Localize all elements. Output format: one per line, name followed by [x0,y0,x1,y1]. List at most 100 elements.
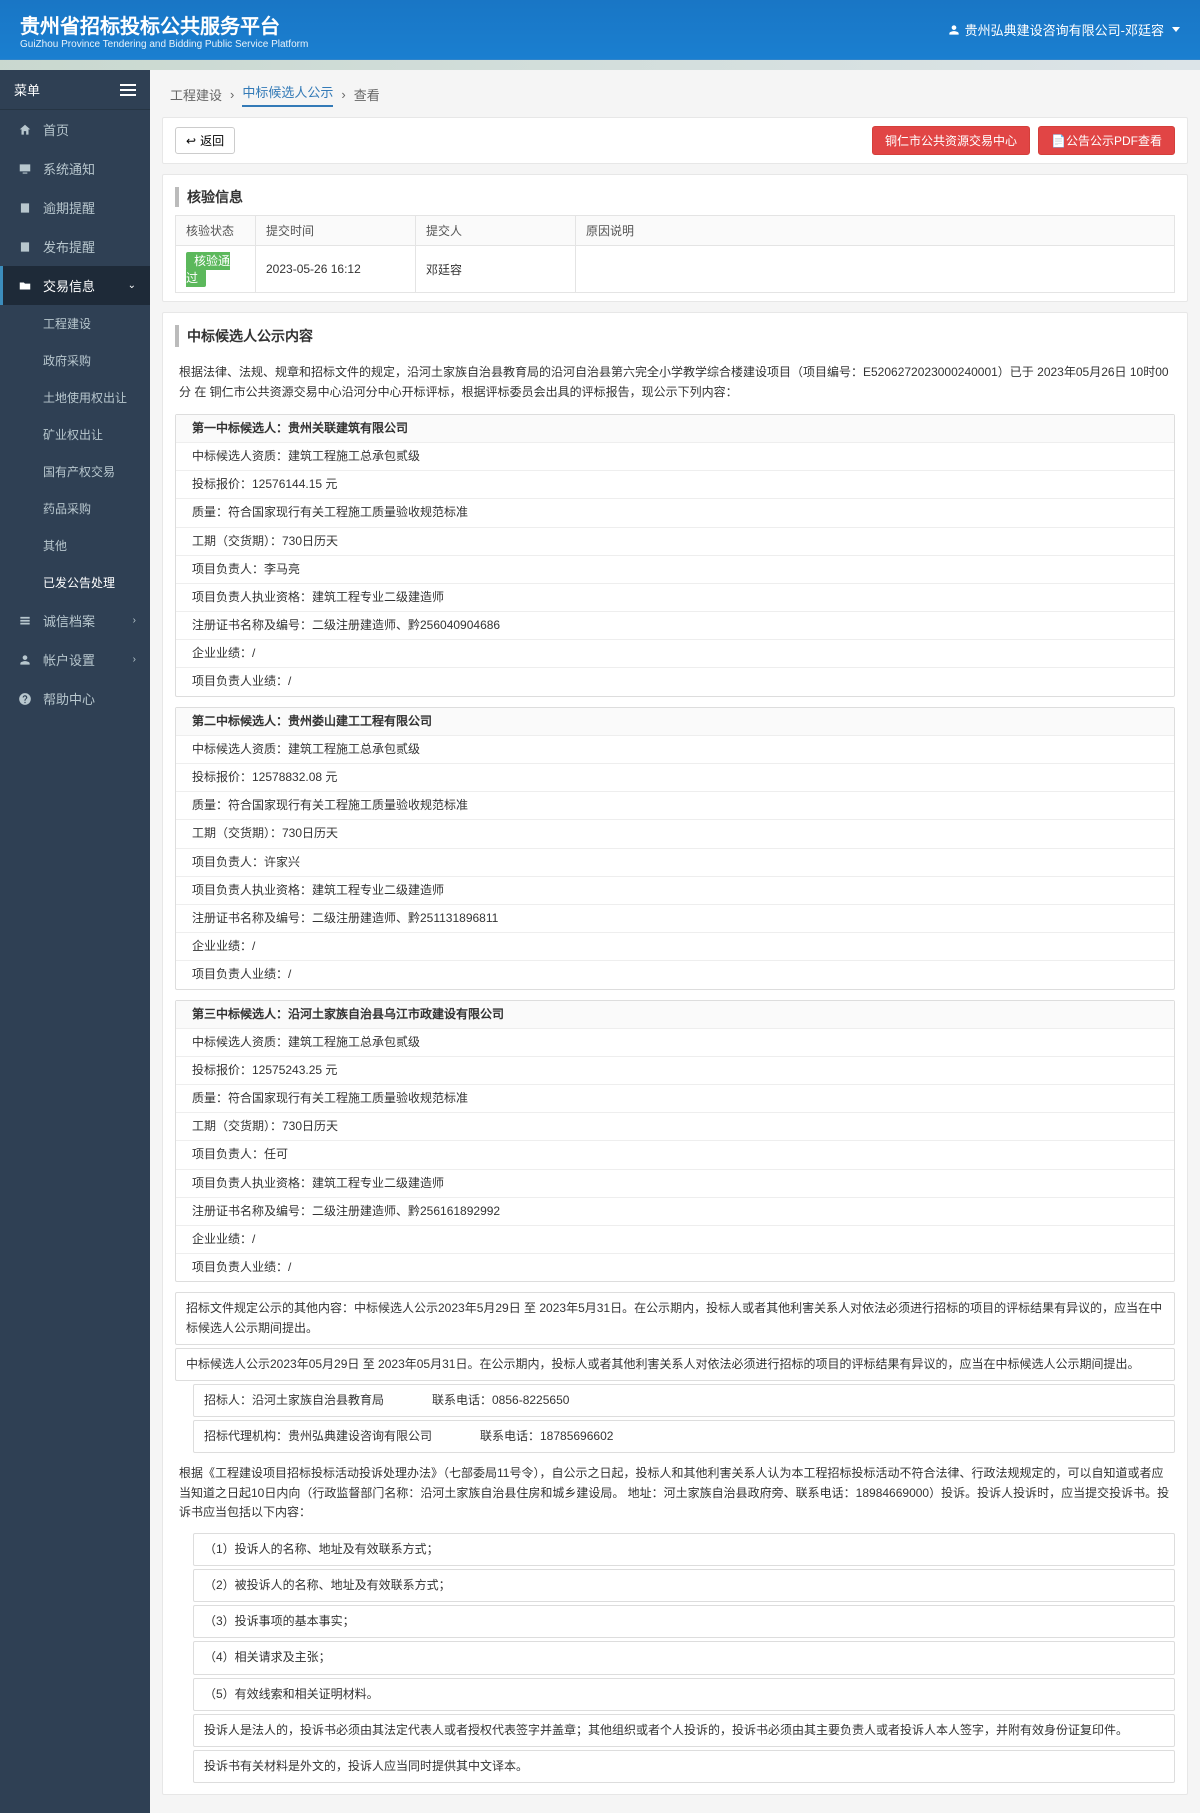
sidebar-sub-item[interactable]: 药品采购 [0,490,150,527]
sidebar-sub-item[interactable]: 工程建设 [0,305,150,342]
center-button[interactable]: 铜仁市公共资源交易中心 [872,126,1030,155]
sidebar-item-label: 诚信档案 [43,611,95,630]
crumb-a[interactable]: 工程建设 [170,85,222,104]
announcement-section-title: 中标候选人公示内容 [175,325,1175,347]
monitor-icon [17,161,33,177]
sidebar-sub-item[interactable]: 政府采购 [0,342,150,379]
crumb-c[interactable]: 查看 [354,85,380,104]
cell-reason [576,246,1175,293]
candidate-field: 投标报价：12578832.08 元 [176,764,1174,792]
sidebar-item[interactable]: 帮助中心 [0,679,150,718]
sidebar-item-label: 逾期提醒 [43,198,95,217]
platform-subtitle: GuiZhou Province Tendering and Bidding P… [20,39,308,50]
announcement-intro: 根据法律、法规、规章和招标文件的规定，沿河土家族自治县教育局的沿河自治县第六完全… [175,355,1175,409]
complaint-item: （4）相关请求及主张； [193,1641,1175,1674]
candidate-block: 第一中标候选人：贵州关联建筑有限公司中标候选人资质：建筑工程施工总承包贰级投标报… [175,414,1175,697]
col-person: 提交人 [416,216,576,246]
chevron-icon: ⌄ [128,280,136,291]
complaint-note: 投诉书有关材料是外文的，投诉人应当同时提供其中文译本。 [193,1750,1175,1783]
candidate-field: 企业业绩：/ [176,1226,1174,1254]
user-menu[interactable]: 贵州弘典建设咨询有限公司-邓廷容 [947,20,1180,39]
candidate-field: 中标候选人资质：建筑工程施工总承包贰级 [176,1029,1174,1057]
user-label: 贵州弘典建设咨询有限公司-邓廷容 [965,20,1164,39]
sidebar-item-label: 发布提醒 [43,237,95,256]
sidebar-item[interactable]: 发布提醒 [0,227,150,266]
candidate-field: 企业业绩：/ [176,640,1174,668]
list-icon [17,613,33,629]
sidebar-sub-item[interactable]: 国有产权交易 [0,453,150,490]
candidate-field: 项目负责人：李马亮 [176,556,1174,584]
footer-note: 中标候选人公示2023年05月29日 至 2023年05月31日。在公示期内，投… [175,1348,1175,1381]
candidate-header: 第三中标候选人：沿河土家族自治县乌江市政建设有限公司 [176,1001,1174,1029]
sidebar-item[interactable]: 诚信档案 › [0,601,150,640]
candidate-field: 质量：符合国家现行有关工程施工质量验收规范标准 [176,792,1174,820]
verify-section-title: 核验信息 [175,187,1175,207]
sidebar-item-label: 系统通知 [43,159,95,178]
candidate-field: 项目负责人业绩：/ [176,668,1174,695]
sidebar-item-label: 首页 [43,120,69,139]
sidebar-item[interactable]: 首页 [0,110,150,149]
sidebar-item-label: 帮助中心 [43,689,95,708]
caret-down-icon [1172,27,1180,32]
candidate-field: 中标候选人资质：建筑工程施工总承包贰级 [176,443,1174,471]
complaint-item: （1）投诉人的名称、地址及有效联系方式； [193,1533,1175,1566]
candidate-field: 投标报价：12576144.15 元 [176,471,1174,499]
sidebar-sub-item[interactable]: 土地使用权出让 [0,379,150,416]
candidate-field: 项目负责人执业资格：建筑工程专业二级建造师 [176,1170,1174,1198]
complaint-item: （5）有效线索和相关证明材料。 [193,1678,1175,1711]
home-icon [17,122,33,138]
contact-row: 招标代理机构：贵州弘典建设咨询有限公司 联系电话：18785696602 [193,1420,1175,1453]
complaint-note: 投诉人是法人的，投诉书必须由其法定代表人或者授权代表签字并盖章；其他组织或者个人… [193,1714,1175,1747]
sidebar-item[interactable]: 系统通知 [0,149,150,188]
crumb-b[interactable]: 中标候选人公示 [242,82,333,107]
chevron-icon: › [133,615,136,626]
footer-note: 招标文件规定公示的其他内容：中标候选人公示2023年5月29日 至 2023年5… [175,1292,1175,1344]
candidate-block: 第三中标候选人：沿河土家族自治县乌江市政建设有限公司中标候选人资质：建筑工程施工… [175,1000,1175,1283]
sidebar-sub-item[interactable]: 其他 [0,527,150,564]
user-icon [17,652,33,668]
candidate-field: 注册证书名称及编号：二级注册建造师、黔251131896811 [176,905,1174,933]
back-button[interactable]: ↩返回 [175,127,235,154]
candidate-header: 第二中标候选人：贵州娄山建工工程有限公司 [176,708,1174,736]
sidebar-sub-item[interactable]: 矿业权出让 [0,416,150,453]
sidebar-item[interactable]: 交易信息 ⌄ [0,266,150,305]
candidate-field: 工期（交货期）：730日历天 [176,1113,1174,1141]
complaint-intro: 根据《工程建设项目招标投标活动投诉处理办法》（七部委局11号令），自公示之日起，… [175,1456,1175,1530]
chevron-icon: › [133,654,136,665]
sidebar-sub-item[interactable]: 已发公告处理 [0,564,150,601]
sidebar-item-label: 交易信息 [43,276,95,295]
candidate-field: 项目负责人执业资格：建筑工程专业二级建造师 [176,877,1174,905]
verify-table: 核验状态 提交时间 提交人 原因说明 核验通过 2023-05-26 16:12… [175,215,1175,293]
pdf-icon: 📄 [1051,134,1066,148]
candidate-field: 质量：符合国家现行有关工程施工质量验收规范标准 [176,1085,1174,1113]
menu-label: 菜单 [14,80,40,99]
back-arrow-icon: ↩ [186,134,196,148]
candidate-header: 第一中标候选人：贵州关联建筑有限公司 [176,415,1174,443]
sidebar-item[interactable]: 帐户设置 › [0,640,150,679]
table-row: 核验通过 2023-05-26 16:12 邓廷容 [176,246,1175,293]
candidate-field: 项目负责人：任可 [176,1141,1174,1169]
candidate-field: 中标候选人资质：建筑工程施工总承包贰级 [176,736,1174,764]
status-badge: 核验通过 [186,252,230,287]
candidate-field: 企业业绩：/ [176,933,1174,961]
calendar-icon [17,239,33,255]
sidebar-item[interactable]: 逾期提醒 [0,188,150,227]
candidate-field: 注册证书名称及编号：二级注册建造师、黔256040904686 [176,612,1174,640]
folder-icon [17,278,33,294]
sidebar-item-label: 帐户设置 [43,650,95,669]
calendar-icon [17,200,33,216]
candidate-field: 项目负责人业绩：/ [176,961,1174,988]
col-time: 提交时间 [256,216,416,246]
help-icon [17,691,33,707]
pdf-view-button[interactable]: 📄 公告公示PDF查看 [1038,126,1175,155]
candidate-field: 注册证书名称及编号：二级注册建造师、黔256161892992 [176,1198,1174,1226]
platform-title: 贵州省招标投标公共服务平台 [20,10,308,39]
col-status: 核验状态 [176,216,256,246]
candidate-field: 工期（交货期）：730日历天 [176,528,1174,556]
candidate-field: 项目负责人：许家兴 [176,849,1174,877]
col-reason: 原因说明 [576,216,1175,246]
hamburger-icon[interactable] [120,84,136,96]
candidate-field: 项目负责人业绩：/ [176,1254,1174,1281]
contact-row: 招标人：沿河土家族自治县教育局 联系电话：0856-8225650 [193,1384,1175,1417]
cell-time: 2023-05-26 16:12 [256,246,416,293]
